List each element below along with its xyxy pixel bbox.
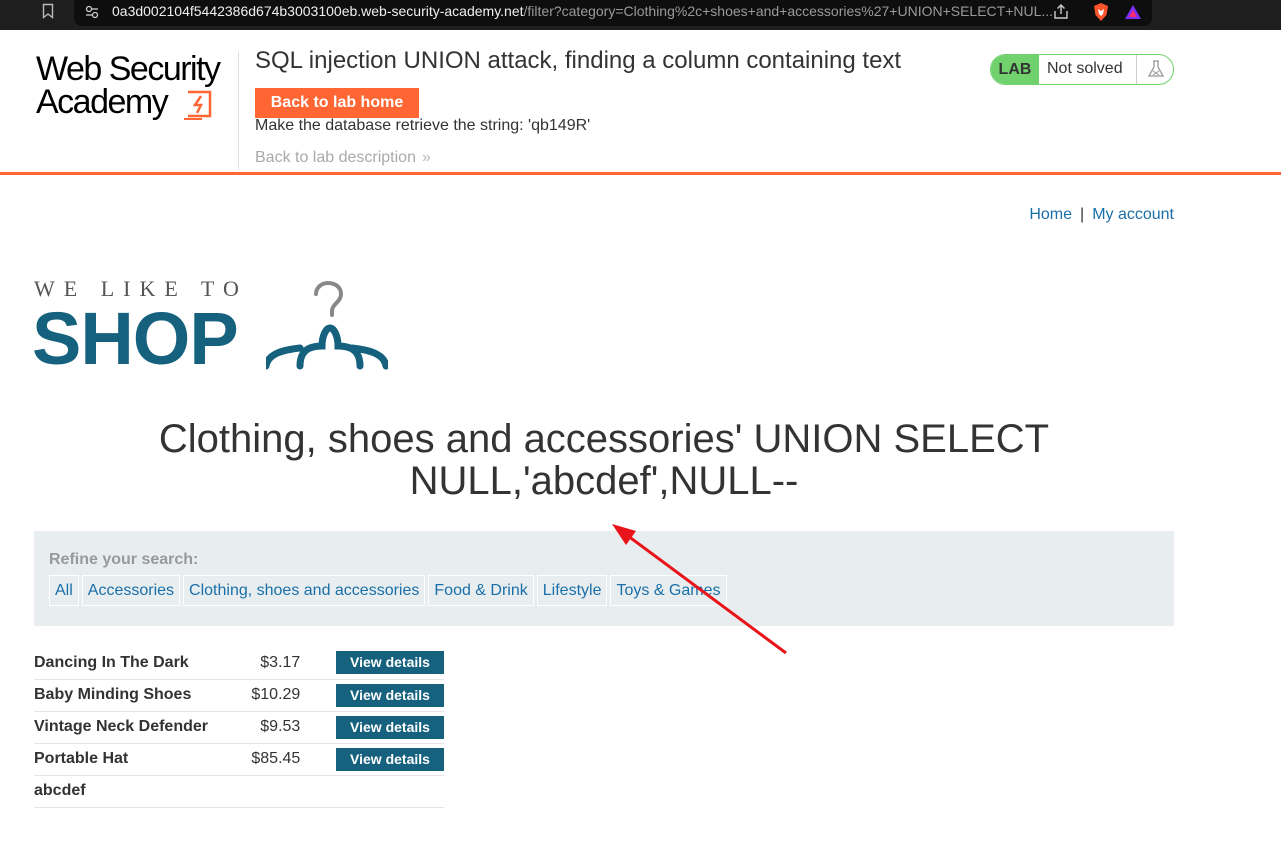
url-host: 0a3d002104f5442386d674b3003100eb.web-sec… [112,3,524,19]
home-link[interactable]: Home [1029,206,1072,223]
url-path: /filter?category=Clothing%2c+shoes+and+a… [523,3,1054,19]
web-security-academy-logo[interactable]: Web Security Academy [36,52,236,127]
double-chevron-right-icon: » [421,149,431,166]
product-action-cell: View details [318,743,444,776]
bookmark-icon[interactable] [42,3,54,19]
logo-bolt-icon [184,90,212,120]
table-row: abcdef [34,775,444,808]
product-action-cell [318,775,444,808]
category-heading: Clothing, shoes and accessories' UNION S… [158,417,1050,503]
product-name: Vintage Neck Defender [34,711,252,744]
view-details-button[interactable]: View details [336,651,444,675]
table-row: Portable Hat $85.45 View details [34,743,444,776]
product-name: abcdef [34,775,252,808]
lab-badge: LAB [991,55,1039,84]
brave-shield-icon[interactable] [1092,2,1110,22]
logo-line-1: Web Security [36,50,221,88]
logo-line-2: Academy [36,83,169,121]
url-text[interactable]: 0a3d002104f5442386d674b3003100eb.web-sec… [112,3,1053,19]
nav-separator: | [1080,206,1085,223]
product-action-cell: View details [318,647,444,680]
product-price [251,775,319,808]
product-name: Portable Hat [34,743,252,776]
product-name: Baby Minding Shoes [34,679,252,712]
back-to-lab-description-link[interactable]: Back to lab description » [255,149,431,167]
product-action-cell: View details [318,679,444,712]
rewards-icon[interactable] [1124,3,1142,21]
table-row: Baby Minding Shoes $10.29 View details [34,679,444,712]
lab-status-widget: LAB Not solved [990,54,1174,85]
account-nav: Home | My account [1029,206,1174,224]
header-divider [238,52,239,170]
view-details-button[interactable]: View details [336,683,444,707]
lab-status-text: Not solved [1047,60,1123,77]
filter-item-clothing[interactable]: Clothing, shoes and accessories [183,575,426,606]
view-details-button[interactable]: View details [336,715,444,739]
annotation-arrow-icon [612,524,787,655]
table-row: Vintage Neck Defender $9.53 View details [34,711,444,744]
filter-item-all[interactable]: All [49,575,79,606]
product-price: $85.45 [251,743,319,776]
academy-header: Web Security Academy SQL injection UNION… [0,30,1281,175]
product-price: $3.17 [251,647,319,680]
product-price: $10.29 [251,679,319,712]
shop-logo[interactable]: WE LIKE TO SHOP [32,276,394,380]
filter-item-food-drink[interactable]: Food & Drink [428,575,534,606]
filter-item-accessories[interactable]: Accessories [81,575,181,606]
share-icon[interactable] [1052,3,1070,21]
filter-label: Refine your search: [49,551,199,568]
browser-toolbar: 0a3d002104f5442386d674b3003100eb.web-sec… [0,0,1281,30]
flask-icon [1147,60,1165,77]
product-action-cell: View details [318,711,444,744]
product-price: $9.53 [251,711,319,744]
product-name: Dancing In The Dark [34,647,252,680]
table-row: Dancing In The Dark $3.17 View details [34,647,444,680]
site-settings-icon[interactable] [84,4,100,20]
hanger-icon [266,280,388,370]
address-bar[interactable]: 0a3d002104f5442386d674b3003100eb.web-sec… [74,0,1152,26]
back-to-lab-description-label: Back to lab description [255,149,416,166]
filter-item-lifestyle[interactable]: Lifestyle [536,575,608,606]
my-account-link[interactable]: My account [1092,206,1174,223]
view-details-button[interactable]: View details [336,747,444,771]
lab-objective: Make the database retrieve the string: '… [255,117,591,134]
product-table: Dancing In The Dark $3.17 View details B… [34,647,444,808]
lab-title: SQL injection UNION attack, finding a co… [255,47,902,74]
lab-flask-button[interactable] [1136,55,1173,84]
back-to-lab-home-button[interactable]: Back to lab home [255,88,419,118]
shop-name: SHOP [32,297,239,380]
